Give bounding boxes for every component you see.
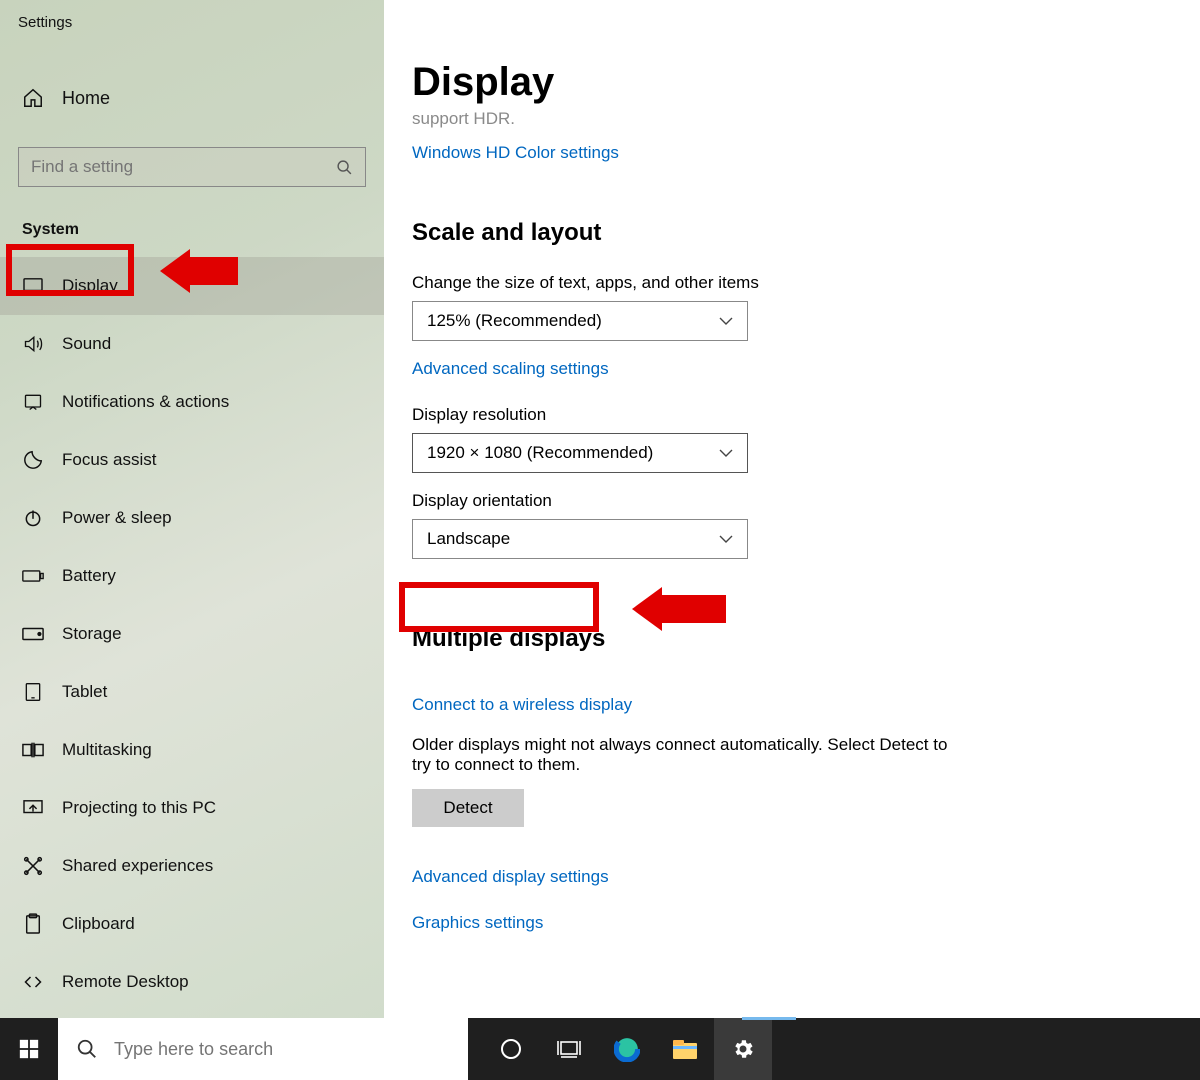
sidebar: Settings Home System Display bbox=[0, 0, 384, 1018]
section-multiple-displays: Multiple displays bbox=[412, 625, 605, 653]
nav-item-sound[interactable]: Sound bbox=[0, 315, 384, 373]
battery-icon bbox=[22, 568, 44, 584]
link-advanced-display[interactable]: Advanced display settings bbox=[412, 867, 1172, 887]
nav-item-label: Shared experiences bbox=[62, 856, 213, 876]
label-orientation: Display orientation bbox=[412, 491, 1172, 511]
select-orientation[interactable]: Landscape bbox=[412, 519, 748, 559]
taskbar-rest bbox=[772, 1018, 1200, 1080]
nav-item-label: Tablet bbox=[62, 682, 107, 702]
label-resolution: Display resolution bbox=[412, 405, 1172, 425]
nav-home[interactable]: Home bbox=[0, 77, 384, 119]
taskbar-file-explorer-icon[interactable] bbox=[656, 1018, 714, 1080]
nav-item-storage[interactable]: Storage bbox=[0, 605, 384, 663]
nav-item-label: Storage bbox=[62, 624, 122, 644]
nav-item-power-sleep[interactable]: Power & sleep bbox=[0, 489, 384, 547]
hdr-fragment-text: support HDR. bbox=[412, 109, 1172, 129]
shared-icon bbox=[22, 856, 44, 876]
link-wireless-display[interactable]: Connect to a wireless display bbox=[412, 695, 1172, 715]
link-advanced-scaling[interactable]: Advanced scaling settings bbox=[412, 359, 1172, 379]
nav-item-battery[interactable]: Battery bbox=[0, 547, 384, 605]
nav-item-tablet[interactable]: Tablet bbox=[0, 663, 384, 721]
taskbar-taskview-icon[interactable] bbox=[540, 1018, 598, 1080]
nav-item-clipboard[interactable]: Clipboard bbox=[0, 895, 384, 953]
field-orientation: Display orientation Landscape bbox=[412, 491, 1172, 559]
nav-item-focus-assist[interactable]: Focus assist bbox=[0, 431, 384, 489]
select-text-size[interactable]: 125% (Recommended) bbox=[412, 301, 748, 341]
taskbar-search-input[interactable] bbox=[114, 1039, 428, 1060]
multitasking-icon bbox=[22, 741, 44, 759]
detect-description: Older displays might not always connect … bbox=[412, 735, 952, 775]
spacer bbox=[468, 1018, 482, 1080]
nav-item-label: Clipboard bbox=[62, 914, 135, 934]
taskbar-edge-icon[interactable] bbox=[598, 1018, 656, 1080]
search-input[interactable] bbox=[31, 157, 321, 177]
select-text-size-value: 125% (Recommended) bbox=[427, 311, 602, 331]
section-scale-layout: Scale and layout bbox=[412, 219, 1172, 247]
nav-item-remote-desktop[interactable]: Remote Desktop bbox=[0, 953, 384, 1011]
nav-item-label: Projecting to this PC bbox=[62, 798, 216, 818]
search-box[interactable] bbox=[18, 147, 366, 187]
power-icon bbox=[22, 508, 44, 528]
home-icon bbox=[22, 87, 44, 109]
focus-assist-icon bbox=[22, 449, 44, 471]
taskbar-search[interactable] bbox=[58, 1018, 468, 1080]
main-content: Display support HDR. Windows HD Color se… bbox=[384, 0, 1200, 1018]
remote-desktop-icon bbox=[22, 972, 44, 992]
app-title: Settings bbox=[0, 0, 384, 31]
label-text-size: Change the size of text, apps, and other… bbox=[412, 273, 1172, 293]
nav-item-notifications[interactable]: Notifications & actions bbox=[0, 373, 384, 431]
field-resolution: Display resolution 1920 × 1080 (Recommen… bbox=[412, 405, 1172, 473]
chevron-down-icon bbox=[719, 316, 733, 326]
chevron-down-icon bbox=[719, 534, 733, 544]
nav-item-multitasking[interactable]: Multitasking bbox=[0, 721, 384, 779]
nav-item-label: Notifications & actions bbox=[62, 392, 229, 412]
button-detect[interactable]: Detect bbox=[412, 789, 524, 827]
nav-item-display[interactable]: Display bbox=[0, 257, 384, 315]
taskbar-settings-icon[interactable] bbox=[714, 1018, 772, 1080]
select-resolution[interactable]: 1920 × 1080 (Recommended) bbox=[412, 433, 748, 473]
notifications-icon bbox=[22, 392, 44, 412]
nav-item-shared[interactable]: Shared experiences bbox=[0, 837, 384, 895]
nav-item-label: Focus assist bbox=[62, 450, 156, 470]
storage-icon bbox=[22, 626, 44, 642]
nav-item-label: Power & sleep bbox=[62, 508, 172, 528]
projecting-icon bbox=[22, 799, 44, 817]
clipboard-icon bbox=[22, 913, 44, 935]
nav-item-projecting[interactable]: Projecting to this PC bbox=[0, 779, 384, 837]
nav-item-label: Remote Desktop bbox=[62, 972, 189, 992]
taskbar bbox=[0, 1018, 1200, 1080]
taskbar-cortana-icon[interactable] bbox=[482, 1018, 540, 1080]
search-icon bbox=[336, 159, 353, 176]
nav-item-label: Display bbox=[62, 276, 118, 296]
display-icon bbox=[22, 277, 44, 295]
nav-home-label: Home bbox=[62, 88, 110, 109]
link-hd-color-settings[interactable]: Windows HD Color settings bbox=[412, 143, 1172, 163]
page-title: Display bbox=[412, 60, 1172, 105]
nav-item-label: Battery bbox=[62, 566, 116, 586]
search-icon bbox=[76, 1038, 98, 1060]
chevron-down-icon bbox=[719, 448, 733, 458]
tablet-icon bbox=[22, 682, 44, 702]
select-orientation-value: Landscape bbox=[427, 529, 510, 549]
nav-item-label: Sound bbox=[62, 334, 111, 354]
nav-list: Display Sound Notifications & actions bbox=[0, 257, 384, 1011]
link-graphics-settings[interactable]: Graphics settings bbox=[412, 913, 1172, 933]
field-text-size: Change the size of text, apps, and other… bbox=[412, 273, 1172, 341]
nav-item-label: Multitasking bbox=[62, 740, 152, 760]
select-resolution-value: 1920 × 1080 (Recommended) bbox=[427, 443, 653, 463]
taskbar-active-indicator bbox=[742, 1017, 796, 1020]
sound-icon bbox=[22, 334, 44, 354]
taskbar-start-button[interactable] bbox=[0, 1018, 58, 1080]
section-label: System bbox=[0, 187, 384, 257]
